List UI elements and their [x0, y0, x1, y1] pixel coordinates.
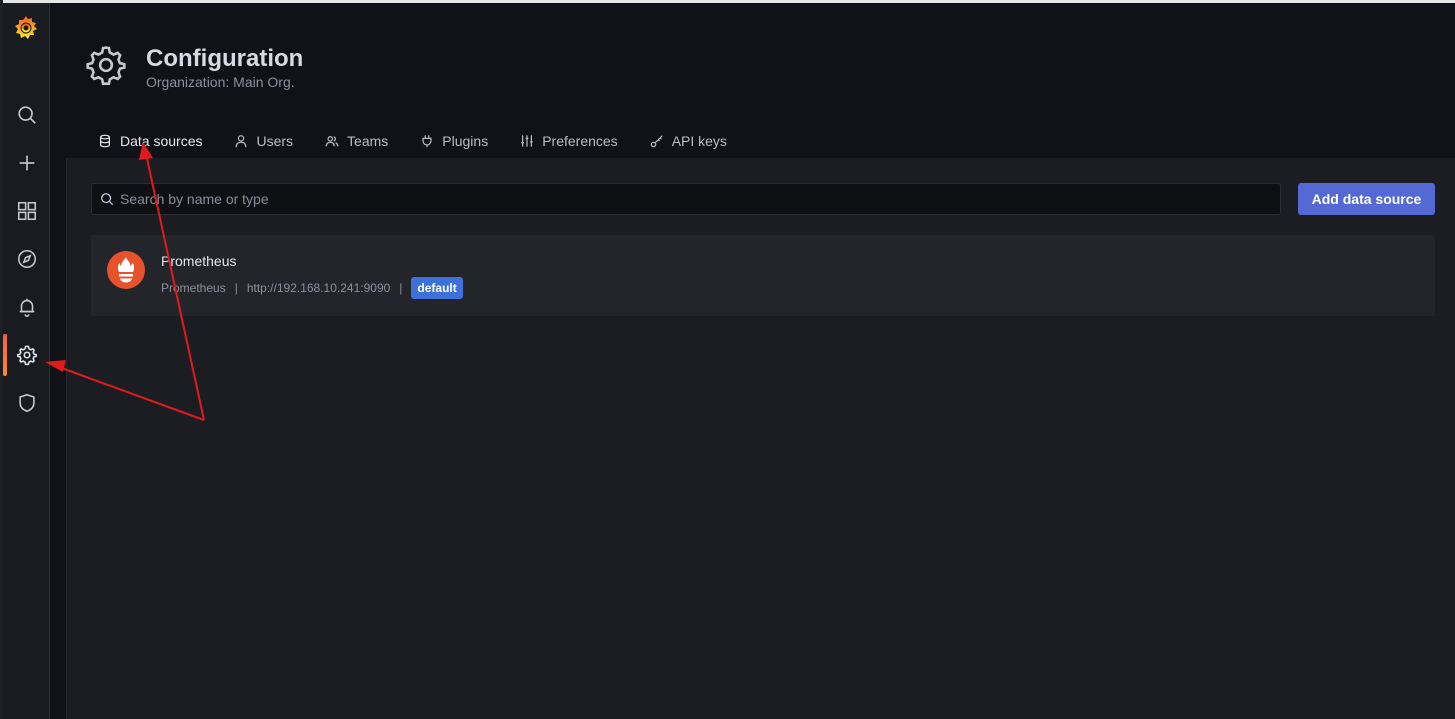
dashboards-icon — [17, 201, 36, 221]
tab-users[interactable]: Users — [218, 121, 309, 161]
user-icon — [236, 135, 247, 148]
sidebar-item-explore[interactable] — [3, 236, 50, 282]
sidebar — [3, 3, 50, 719]
plug-icon — [422, 135, 432, 148]
sidebar-item-alerting[interactable] — [3, 284, 50, 330]
prometheus-logo-icon — [107, 251, 145, 289]
database-icon — [100, 134, 110, 148]
search-box[interactable] — [91, 183, 1281, 215]
datasource-url: http://192.168.10.241:9090 — [246, 281, 391, 295]
users-icon — [325, 136, 339, 147]
shield-icon — [18, 393, 35, 413]
add-data-source-button[interactable]: Add data source — [1298, 183, 1435, 215]
compass-icon — [17, 249, 36, 269]
sidebar-item-configuration[interactable] — [3, 332, 50, 378]
datasource-name: Prometheus — [161, 253, 237, 269]
datasource-type: Prometheus — [161, 281, 226, 295]
sidebar-item-dashboards[interactable] — [3, 188, 50, 234]
default-badge: default — [411, 277, 463, 299]
grafana-logo-icon[interactable] — [11, 13, 41, 43]
content-panel: Add data source Prometheus Prometheus | … — [66, 158, 1455, 719]
search-input[interactable] — [120, 191, 1270, 207]
datasource-card[interactable]: Prometheus Prometheus | http://192.168.1… — [91, 235, 1435, 316]
tab-preferences[interactable]: Preferences — [504, 121, 633, 161]
sliders-icon — [521, 135, 533, 147]
app: Configuration Organization: Main Org. Da… — [0, 0, 1455, 719]
search-icon — [17, 106, 36, 124]
bell-icon — [19, 298, 34, 317]
tab-api-keys[interactable]: API keys — [634, 121, 743, 161]
page-subtitle: Organization: Main Org. — [146, 74, 295, 90]
search-icon — [101, 193, 114, 206]
datasource-meta: Prometheus | http://192.168.10.241:9090 … — [161, 277, 463, 299]
tab-label: Users — [256, 133, 294, 149]
tab-data-sources[interactable]: Data sources — [82, 121, 219, 163]
gear-icon — [86, 46, 126, 85]
tab-bar: Data sources Users Teams Plugins Prefere… — [82, 121, 743, 163]
page-header: Configuration Organization: Main Org. Da… — [50, 3, 1455, 163]
tab-label: Teams — [347, 133, 389, 149]
page-title: Configuration — [146, 45, 304, 72]
separator: | — [234, 281, 238, 295]
separator: | — [399, 281, 403, 295]
plus-icon — [19, 155, 34, 171]
tab-label: Plugins — [442, 133, 489, 149]
sidebar-item-server-admin[interactable] — [3, 380, 50, 426]
tab-label: API keys — [671, 133, 727, 149]
tab-teams[interactable]: Teams — [309, 121, 404, 161]
tab-label: Data sources — [120, 133, 203, 149]
tab-plugins[interactable]: Plugins — [404, 121, 504, 161]
sidebar-item-create[interactable] — [3, 140, 50, 186]
key-icon — [650, 135, 663, 148]
gear-icon — [16, 345, 37, 366]
sidebar-item-search[interactable] — [3, 92, 50, 138]
tab-label: Preferences — [542, 133, 618, 149]
